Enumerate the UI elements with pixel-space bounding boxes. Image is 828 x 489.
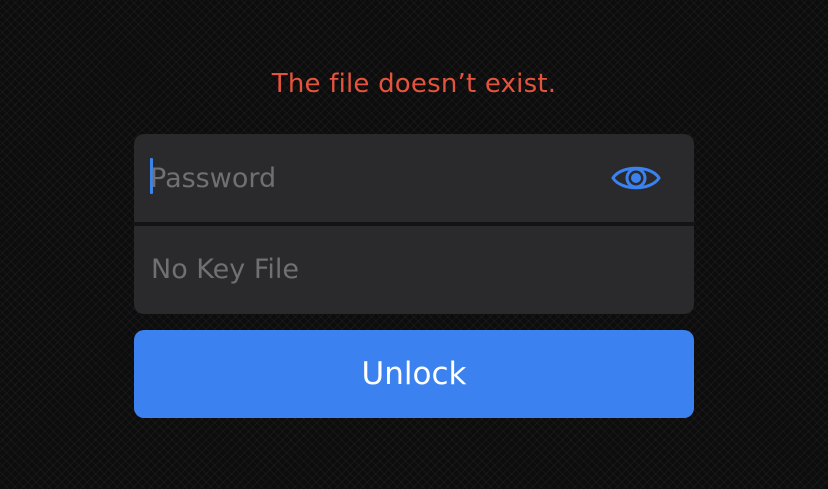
- credentials-card: No Key File: [134, 134, 694, 314]
- unlock-label: Unlock: [361, 356, 467, 392]
- password-row: [134, 134, 694, 222]
- show-password-button[interactable]: [608, 156, 664, 200]
- error-message: The file doesn’t exist.: [271, 69, 557, 99]
- password-input[interactable]: [150, 154, 590, 202]
- eye-icon: [611, 166, 661, 190]
- key-file-label: No Key File: [151, 254, 300, 285]
- key-file-selector[interactable]: No Key File: [134, 226, 694, 314]
- unlock-button[interactable]: Unlock: [134, 330, 694, 418]
